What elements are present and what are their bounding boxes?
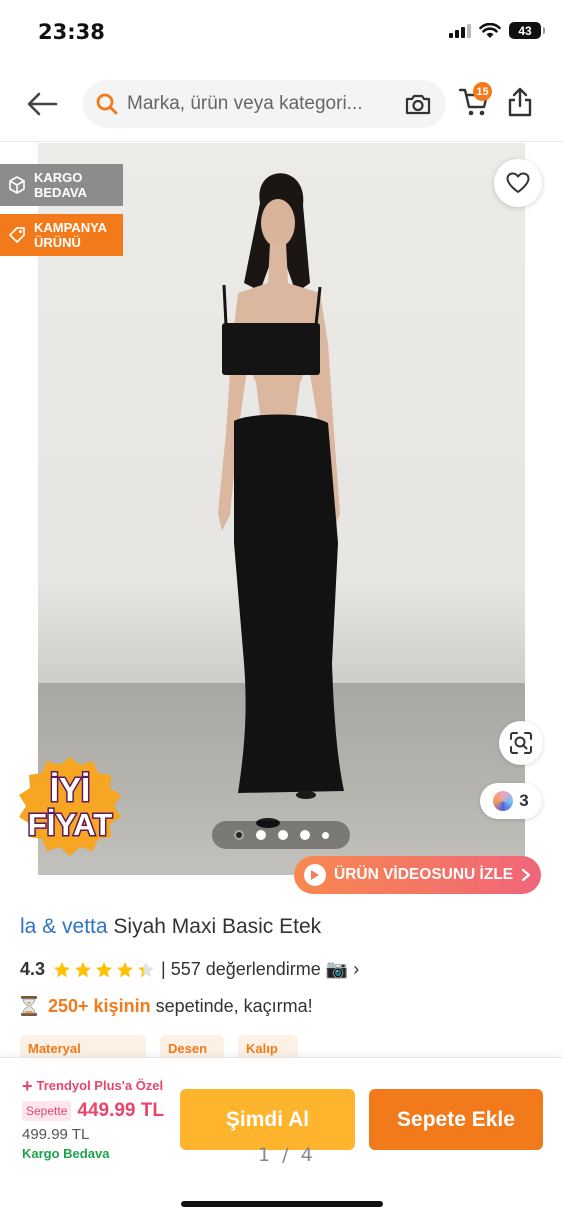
battery-icon: 43 — [509, 22, 545, 39]
basket-price: Sepette 449.99 TL — [22, 1100, 164, 1122]
chevron-right-icon — [522, 868, 531, 882]
original-price: 499.99 TL — [22, 1126, 90, 1143]
color-options-button[interactable]: 3 — [480, 783, 542, 819]
basket-price-label: Sepette — [22, 1101, 72, 1121]
pagination-dot[interactable] — [233, 830, 244, 840]
star-icon — [95, 961, 113, 977]
box-icon — [9, 176, 25, 194]
status-time: 23:38 — [38, 20, 105, 44]
star-half-icon — [137, 961, 155, 977]
watch-video-label: ÜRÜN VİDEOSUNU İZLE — [334, 866, 514, 883]
cart-count-badge: 15 — [473, 82, 492, 101]
tag-icon — [9, 227, 25, 243]
campaign-badge: KAMPANYA ÜRÜNÜ — [0, 214, 123, 256]
add-to-cart-label: Sepete Ekle — [397, 1107, 515, 1131]
star-icon — [74, 961, 92, 977]
play-icon — [304, 864, 326, 886]
pagination-dot[interactable] — [299, 830, 310, 840]
visual-search-button[interactable] — [499, 721, 543, 765]
back-button[interactable] — [24, 86, 60, 122]
image-pagination-dots[interactable] — [212, 821, 350, 849]
favorite-button[interactable] — [494, 159, 542, 207]
add-to-cart-button[interactable]: Sepete Ekle — [369, 1089, 543, 1150]
home-indicator[interactable] — [181, 1201, 383, 1207]
wifi-icon — [479, 22, 501, 38]
badge-line-1: KAMPANYA — [34, 220, 107, 235]
sticker-line-2: FİYAT — [28, 807, 112, 842]
pagination-dot[interactable] — [255, 830, 266, 840]
search-icon — [96, 93, 118, 115]
good-price-sticker: İYİ FİYAT — [19, 757, 121, 856]
bottom-purchase-bar: + Trendyol Plus'a Özel Sepette 449.99 TL… — [0, 1057, 563, 1218]
review-count-link[interactable]: | 557 değerlendirme 📷 › — [161, 959, 359, 980]
pagination-dot[interactable] — [321, 831, 329, 839]
rating-row[interactable]: 4.3 | 557 değerlendirme 📷 › — [20, 959, 359, 980]
search-input[interactable] — [127, 93, 397, 115]
search-bar[interactable] — [83, 80, 446, 128]
badge-line-1: KARGO — [34, 170, 83, 185]
free-shipping-badge: KARGO BEDAVA — [0, 164, 123, 206]
plus-exclusive-label: + Trendyol Plus'a Özel — [22, 1075, 164, 1096]
product-gallery[interactable]: KARGO BEDAVA KAMPANYA ÜRÜNÜ 3 İYİ FİYAT — [0, 143, 563, 894]
cart-count-highlight: 250+ kişinin — [48, 995, 151, 1016]
social-proof-row: 250+ kişinin sepetinde, kaçırma! — [20, 995, 313, 1017]
plus-icon: + — [22, 1075, 33, 1096]
free-shipping-text: Kargo Bedava — [22, 1146, 110, 1161]
heart-icon — [506, 172, 530, 193]
basket-price-amount: 449.99 TL — [77, 1100, 164, 1121]
camera-search-icon[interactable] — [404, 92, 432, 116]
badge-line-2: ÜRÜNÜ — [34, 235, 81, 250]
rating-stars — [53, 961, 155, 979]
pagination-dot[interactable] — [277, 830, 288, 840]
brand-link[interactable]: la & vetta — [20, 915, 108, 938]
badge-line-2: BEDAVA — [34, 185, 87, 200]
cellular-signal-icon — [449, 23, 471, 38]
image-page-indicator: 1 / 4 — [258, 1144, 316, 1166]
watch-video-button[interactable]: ÜRÜN VİDEOSUNU İZLE — [294, 856, 541, 894]
product-name: Siyah Maxi Basic Etek — [113, 915, 322, 938]
cart-count-text: sepetinde, kaçırma! — [155, 995, 313, 1016]
product-title: la & vetta Siyah Maxi Basic Etek — [20, 915, 321, 939]
rating-value: 4.3 — [20, 959, 46, 979]
star-icon — [116, 961, 134, 977]
star-icon — [53, 961, 71, 977]
plus-exclusive-text: Trendyol Plus'a Özel — [36, 1078, 164, 1093]
sticker-line-1: İYİ — [50, 771, 90, 808]
share-icon[interactable] — [506, 86, 534, 118]
hourglass-icon — [21, 996, 37, 1016]
color-palette-icon — [493, 791, 514, 811]
buy-now-button[interactable]: Şimdi Al — [180, 1089, 355, 1150]
top-nav: 15 — [0, 66, 563, 142]
status-icons: 43 — [449, 22, 545, 39]
back-arrow-icon — [27, 92, 58, 116]
lens-scan-icon — [510, 732, 532, 754]
color-count: 3 — [519, 791, 529, 810]
status-bar: 23:38 43 — [0, 0, 563, 66]
